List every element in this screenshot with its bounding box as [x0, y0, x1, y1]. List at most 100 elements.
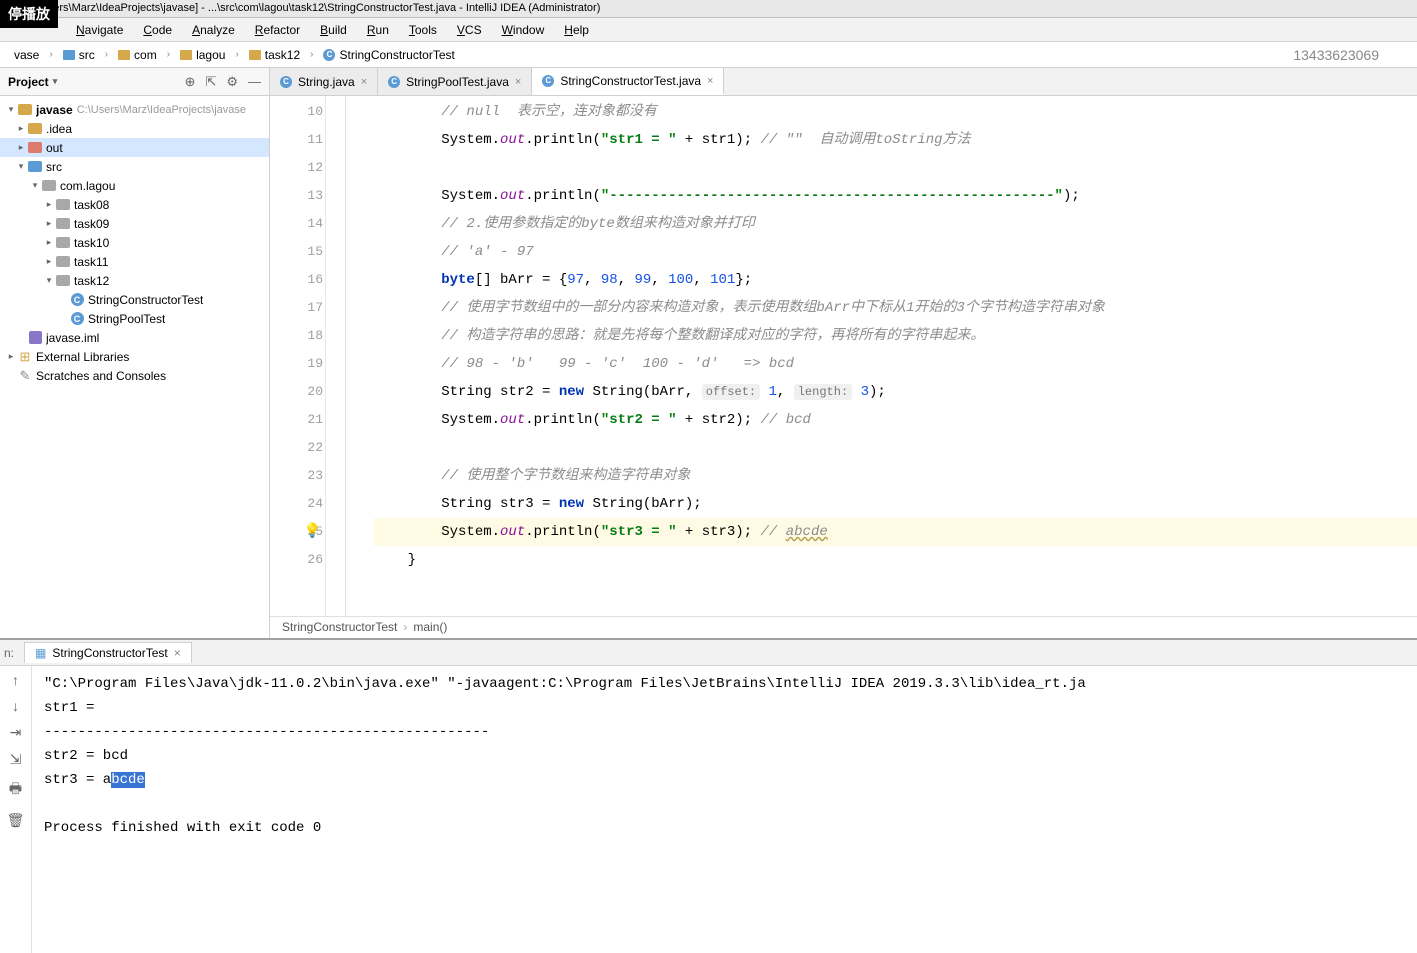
collapse-all-icon[interactable]: ⇱ [205, 74, 216, 90]
line-gutter: 10111213141516171819202122232425💡26 [270, 96, 346, 616]
menu-tools[interactable]: Tools [399, 20, 447, 40]
tree-item-task12[interactable]: task12 [0, 271, 269, 290]
tree-item-scratches-and-consoles[interactable]: ✎ Scratches and Consoles [0, 366, 269, 385]
tree-item-task11[interactable]: task11 [0, 252, 269, 271]
tree-arrow-icon[interactable] [14, 161, 28, 172]
menu-bar: NavigateCodeAnalyzeRefactorBuildRunTools… [0, 18, 1417, 42]
rerun-icon[interactable]: ↑ [12, 672, 19, 688]
tab-stringpooltest[interactable]: CStringPoolTest.java× [378, 68, 532, 95]
tree-arrow-icon[interactable] [42, 256, 56, 267]
scroll-from-source-icon[interactable]: ⊕ [185, 74, 196, 90]
tree-item-task09[interactable]: task09 [0, 214, 269, 233]
class-icon: C [280, 76, 292, 88]
tree-item-javase[interactable]: javaseC:\Users\Marz\IdeaProjects\javase [0, 100, 269, 119]
editor-panel: CString.java×CStringPoolTest.java×CStrin… [270, 68, 1417, 638]
tree-arrow-icon[interactable] [14, 123, 28, 134]
package-icon [42, 179, 56, 193]
code-area[interactable]: 10111213141516171819202122232425💡26 // n… [270, 96, 1417, 616]
tree-item-label: javase [36, 103, 73, 117]
console-line: str3 = abcde [44, 768, 1405, 792]
project-tool-window: Project ▾ ⊕ ⇱ ⚙ — javaseC:\Users\Marz\Id… [0, 68, 270, 638]
package-icon [56, 217, 70, 231]
tree-arrow-icon[interactable] [42, 199, 56, 210]
close-icon[interactable]: × [361, 76, 367, 88]
tree-arrow-icon[interactable] [42, 275, 56, 286]
tree-arrow-icon[interactable] [14, 142, 28, 153]
tab-string[interactable]: CString.java× [270, 68, 378, 95]
crumb-vase[interactable]: vase [8, 46, 45, 64]
tree-item-com-lagou[interactable]: com.lagou [0, 176, 269, 195]
tree-arrow-icon[interactable] [4, 104, 18, 115]
class-icon: C [542, 75, 554, 87]
tree-item-javase-iml[interactable]: javase.iml [0, 328, 269, 347]
menu-refactor[interactable]: Refactor [245, 20, 310, 40]
console-line: "C:\Program Files\Java\jdk-11.0.2\bin\ja… [44, 672, 1405, 696]
intention-bulb-icon[interactable]: 💡 [304, 518, 321, 546]
tree-item-src[interactable]: src [0, 157, 269, 176]
tree-item-task10[interactable]: task10 [0, 233, 269, 252]
tree-item-stringpooltest[interactable]: CStringPoolTest [0, 309, 269, 328]
hide-icon[interactable]: — [248, 74, 261, 90]
folder-icon [18, 103, 32, 117]
tree-item-task08[interactable]: task08 [0, 195, 269, 214]
tree-item-label: src [46, 160, 62, 174]
menu-window[interactable]: Window [492, 20, 555, 40]
menu-build[interactable]: Build [310, 20, 357, 40]
tree-item-out[interactable]: out [0, 138, 269, 157]
tree-item-label: task12 [74, 274, 109, 288]
run-tab-label: StringConstructorTest [52, 646, 167, 660]
close-icon[interactable]: × [515, 76, 521, 88]
package-icon [56, 236, 70, 250]
crumb-task12[interactable]: task12 [243, 46, 306, 64]
menu-run[interactable]: Run [357, 20, 399, 40]
title-text: se [C:\Users\Marz\IdeaProjects\javase] -… [8, 2, 600, 14]
tree-item-label: task10 [74, 236, 109, 250]
tree-arrow-icon[interactable] [28, 180, 42, 191]
tree-arrow-icon[interactable] [42, 237, 56, 248]
console-line: Process finished with exit code 0 [44, 816, 1405, 840]
project-title[interactable]: Project ▾ [8, 75, 57, 89]
crumb[interactable]: StringConstructorTest [282, 620, 397, 634]
menu-navigate[interactable]: Navigate [66, 20, 133, 40]
tree-item-label: javase.iml [46, 331, 99, 345]
close-icon[interactable]: × [707, 75, 713, 87]
tree-item-label: Scratches and Consoles [36, 369, 166, 383]
project-header: Project ▾ ⊕ ⇱ ⚙ — [0, 68, 269, 96]
tree-item-label: com.lagou [60, 179, 115, 193]
crumb-com[interactable]: com [112, 46, 163, 64]
folder-icon [63, 50, 75, 60]
soft-wrap-icon[interactable]: ⇥ [10, 724, 22, 741]
tree-item-label: out [46, 141, 63, 155]
code-editor[interactable]: // null 表示空，连对象都没有 System.out.println("s… [346, 96, 1417, 616]
crumb-src[interactable]: src [57, 46, 101, 64]
crumb[interactable]: main() [413, 620, 447, 634]
menu-vcs[interactable]: VCS [447, 20, 492, 40]
tree-item--idea[interactable]: .idea [0, 119, 269, 138]
project-tree[interactable]: javaseC:\Users\Marz\IdeaProjects\javase.… [0, 96, 269, 638]
menu-help[interactable]: Help [554, 20, 599, 40]
chevron-down-icon[interactable]: ▾ [53, 76, 58, 87]
folder-icon [180, 50, 192, 60]
tree-arrow-icon[interactable] [4, 351, 18, 362]
class-icon: C [323, 49, 335, 61]
stop-icon[interactable]: ↓ [12, 698, 19, 714]
stop-playback-badge[interactable]: 停播放 [0, 0, 58, 28]
gear-icon[interactable]: ⚙ [226, 74, 238, 90]
tab-stringconstructortest[interactable]: CStringConstructorTest.java× [532, 68, 724, 95]
crumb-lagou[interactable]: lagou [174, 46, 231, 64]
console-output[interactable]: "C:\Program Files\Java\jdk-11.0.2\bin\ja… [32, 666, 1417, 953]
scroll-to-end-icon[interactable]: ⇲ [10, 751, 22, 768]
tree-item-label: task08 [74, 198, 109, 212]
scratch-icon: ✎ [18, 369, 32, 383]
clear-icon[interactable]: 🗑 [7, 812, 25, 829]
crumb-stringconstructortest[interactable]: CStringConstructorTest [317, 46, 460, 64]
menu-code[interactable]: Code [133, 20, 182, 40]
run-tab-active[interactable]: ▦ StringConstructorTest × [24, 642, 192, 663]
close-icon[interactable]: × [174, 646, 181, 660]
tree-item-external-libraries[interactable]: ⊞External Libraries [0, 347, 269, 366]
tree-arrow-icon[interactable] [42, 218, 56, 229]
tree-item-stringconstructortest[interactable]: CStringConstructorTest [0, 290, 269, 309]
folder-icon [249, 50, 261, 60]
print-icon[interactable]: 🖶 [9, 778, 22, 802]
menu-analyze[interactable]: Analyze [182, 20, 245, 40]
